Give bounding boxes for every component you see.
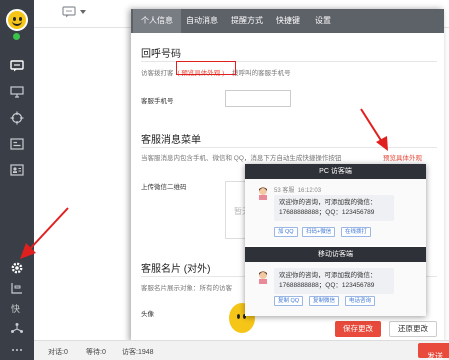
avatar[interactable] (6, 9, 28, 31)
sender-name: 53 客服 (274, 188, 295, 194)
contact-card-icon[interactable] (7, 160, 27, 180)
highlight-box (176, 61, 236, 75)
girl-avatar-icon (259, 271, 267, 284)
share-icon[interactable] (7, 318, 27, 338)
message-line-1: 欢迎你的咨询，可添加我的微信： (279, 199, 377, 206)
card-list-icon[interactable] (7, 134, 27, 154)
restore-button[interactable]: 还原更改 (389, 321, 437, 337)
menu-preview-link[interactable]: 预览具体外观 (383, 152, 422, 162)
chart-icon[interactable] (7, 278, 27, 298)
girl-avatar-icon (259, 187, 267, 200)
menu-desc: 当客服消息内包含手机、微信和 QQ，消息下方自动生成快捷操作按钮 (141, 155, 342, 162)
chat-bubble-icon (62, 6, 76, 18)
scan-wechat-chip[interactable]: 扫码+微信 (302, 227, 336, 237)
mobile-message-bubble: 欢迎你的咨询，可添加我的微信： 17688888888；QQ：123456789 (274, 268, 394, 294)
phone-input[interactable] (225, 90, 291, 107)
mobile-preview: 欢迎你的咨询，可添加我的微信： 17688888888；QQ：123456789… (245, 262, 426, 316)
monitor-icon[interactable] (7, 82, 27, 102)
qr-upload-label: 上传微信二维码 (141, 184, 187, 191)
tab-personal-info[interactable]: 个人信息 (133, 9, 181, 33)
status-bar: 对话:0 等待:0 访客:1948 发送 ▼ (34, 340, 449, 360)
add-qq-chip[interactable]: 加 QQ (274, 227, 298, 237)
red-arrow-annotation (20, 207, 69, 259)
menu-section-title: 客服消息菜单 (141, 135, 201, 146)
settings-gear-icon[interactable] (7, 258, 27, 278)
target-icon[interactable] (7, 108, 27, 128)
red-arrow-annotation (360, 108, 388, 151)
pc-sender-meta: 53 客服 16:12:03 (274, 185, 321, 194)
online-call-chip[interactable]: 在线拨打 (341, 227, 372, 237)
send-button[interactable]: 发送 ▼ (418, 343, 449, 360)
callback-desc-suffix: 拨呼叫的客服手机号 (232, 70, 291, 77)
message-line-1: 欢迎你的咨询，可添加我的微信： (279, 272, 377, 279)
tab-settings[interactable]: 设置 (307, 9, 339, 33)
svg-text:快: 快 (11, 303, 20, 314)
online-status-dot (13, 33, 20, 40)
fast-icon[interactable]: 快 (7, 298, 27, 318)
left-rail: 快 (0, 0, 34, 360)
waiting-count: 等待:0 (86, 349, 106, 356)
phone-consult-chip[interactable]: 电话咨询 (345, 296, 376, 306)
avatar-label: 头像 (141, 311, 154, 318)
send-label: 发送 (427, 352, 443, 360)
pc-preview-title: PC 访客端 (245, 164, 426, 179)
save-button[interactable]: 保存更改 (335, 321, 381, 337)
copy-wechat-chip[interactable]: 复制微信 (309, 296, 340, 306)
visitor-count: 访客:1948 (122, 349, 154, 356)
callback-section-title: 回呼号码 (141, 49, 181, 60)
copy-qq-chip[interactable]: 复制 QQ (274, 296, 304, 306)
tab-shortcuts[interactable]: 快捷键 (268, 9, 308, 33)
phone-label: 客服手机号 (141, 98, 174, 105)
mobile-preview-title: 移动访客端 (245, 247, 426, 262)
chevron-down-icon (80, 10, 86, 14)
callback-desc-prefix: 访客拨打客 (141, 70, 174, 77)
more-icon[interactable] (7, 340, 27, 360)
card-desc: 客服名片展示对象：所有的访客 (141, 285, 232, 292)
conversation-dropdown[interactable] (62, 6, 86, 18)
send-time: 16:12:03 (297, 188, 322, 194)
card-section-title: 客服名片 (对外) (141, 264, 211, 275)
settings-tabs: 个人信息 自动消息 提醒方式 快捷键 设置 (131, 9, 444, 33)
tab-auto-message[interactable]: 自动消息 (178, 9, 226, 33)
chat-icon[interactable] (7, 56, 27, 76)
pc-preview: 53 客服 16:12:03 欢迎你的咨询，可添加我的微信： 176888888… (245, 179, 426, 245)
tab-reminder[interactable]: 提醒方式 (223, 9, 271, 33)
dialog-count: 对话:0 (48, 349, 68, 356)
message-line-2: 17688888888；QQ：123456789 (279, 209, 375, 216)
pc-message-bubble: 欢迎你的咨询，可添加我的微信： 17688888888；QQ：123456789 (274, 195, 394, 221)
message-line-2: 17688888888；QQ：123456789 (279, 282, 375, 289)
preview-popup: PC 访客端 53 客服 16:12:03 欢迎你的咨询，可添加我的微信： 17… (245, 164, 426, 316)
divider (141, 147, 437, 148)
